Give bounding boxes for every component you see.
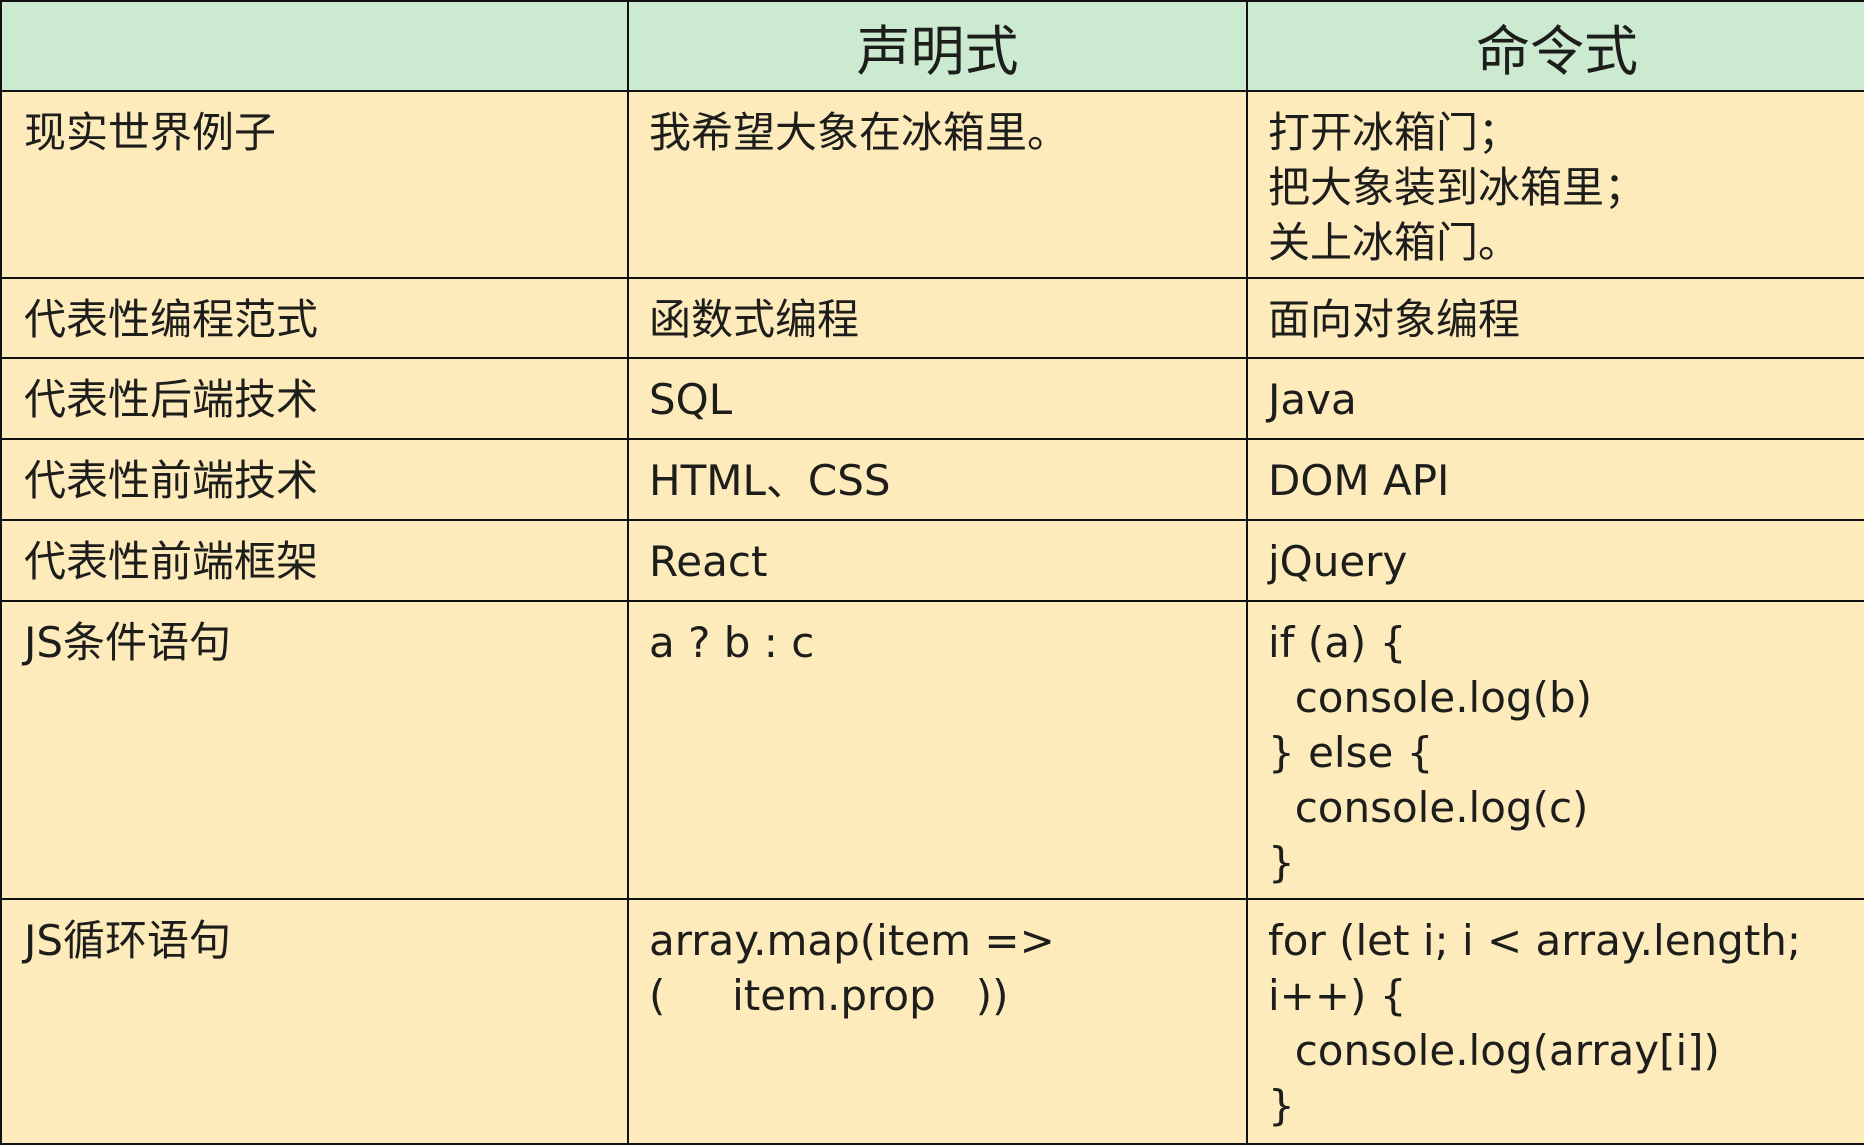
table-row: JS循环语句 array.map(item => ( item.prop )) … xyxy=(0,898,1864,1145)
table-row: 代表性前端框架 React jQuery xyxy=(0,519,1864,602)
imperative-cell: jQuery xyxy=(1246,519,1864,602)
comparison-table: 声明式 命令式 现实世界例子 我希望大象在冰箱里。 打开冰箱门； 把大象装到冰箱… xyxy=(0,0,1864,1145)
imperative-cell: 面向对象编程 xyxy=(1246,277,1864,359)
imperative-cell: for (let i; i < array.length; i++) { con… xyxy=(1246,898,1864,1145)
declarative-cell: React xyxy=(627,519,1248,602)
declarative-cell: 函数式编程 xyxy=(627,277,1248,359)
declarative-cell: 我希望大象在冰箱里。 xyxy=(627,90,1248,279)
row-label: 现实世界例子 xyxy=(0,90,629,279)
imperative-cell: DOM API xyxy=(1246,438,1864,521)
declarative-cell: a ? b : c xyxy=(627,600,1248,900)
imperative-cell: 打开冰箱门； 把大象装到冰箱里； 关上冰箱门。 xyxy=(1246,90,1864,279)
declarative-cell: array.map(item => ( item.prop )) xyxy=(627,898,1248,1145)
table-row: 代表性前端技术 HTML、CSS DOM API xyxy=(0,438,1864,521)
row-label: JS循环语句 xyxy=(0,898,629,1145)
row-label: 代表性编程范式 xyxy=(0,277,629,359)
declarative-cell: HTML、CSS xyxy=(627,438,1248,521)
row-label: 代表性前端技术 xyxy=(0,438,629,521)
header-cell-imperative: 命令式 xyxy=(1246,0,1864,92)
header-cell-declarative: 声明式 xyxy=(627,0,1248,92)
table-body: 现实世界例子 我希望大象在冰箱里。 打开冰箱门； 把大象装到冰箱里； 关上冰箱门… xyxy=(0,90,1864,1145)
header-row: 声明式 命令式 xyxy=(0,0,1864,92)
declarative-cell: SQL xyxy=(627,357,1248,440)
header-cell-empty xyxy=(0,0,629,92)
imperative-cell: if (a) { console.log(b) } else { console… xyxy=(1246,600,1864,900)
row-label: 代表性后端技术 xyxy=(0,357,629,440)
row-label: JS条件语句 xyxy=(0,600,629,900)
table-row: 现实世界例子 我希望大象在冰箱里。 打开冰箱门； 把大象装到冰箱里； 关上冰箱门… xyxy=(0,90,1864,279)
table-row: 代表性后端技术 SQL Java xyxy=(0,357,1864,440)
table-row: JS条件语句 a ? b : c if (a) { console.log(b)… xyxy=(0,600,1864,900)
imperative-cell: Java xyxy=(1246,357,1864,440)
table-row: 代表性编程范式 函数式编程 面向对象编程 xyxy=(0,277,1864,359)
table-header: 声明式 命令式 xyxy=(0,0,1864,92)
row-label: 代表性前端框架 xyxy=(0,519,629,602)
